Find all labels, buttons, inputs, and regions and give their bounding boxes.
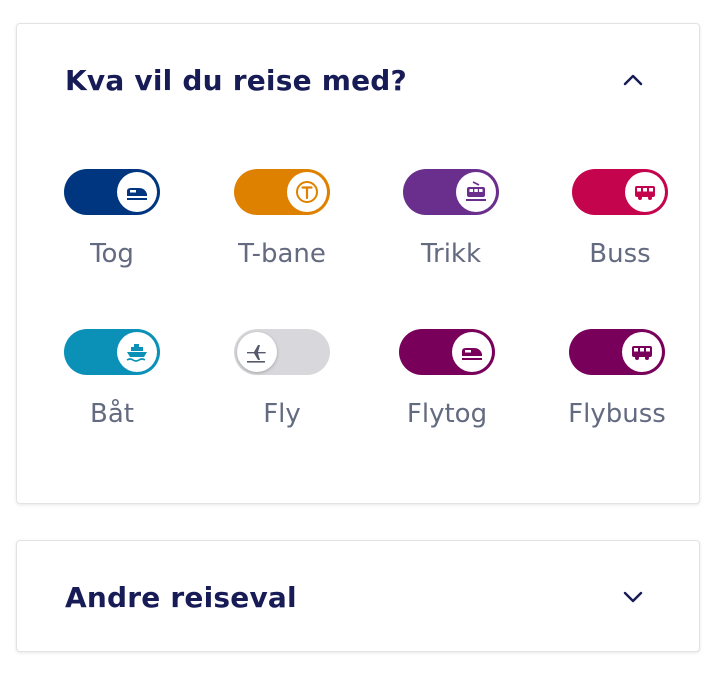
chevron-up-icon[interactable] [619, 66, 647, 94]
mode-label: Buss [589, 239, 651, 269]
mode-tbane: T-bane [202, 169, 362, 279]
mode-flytog: Flytog [367, 329, 527, 439]
trikk-toggle[interactable] [403, 169, 499, 215]
mode-trikk: Trikk [371, 169, 531, 279]
chevron-down-icon[interactable] [619, 583, 647, 611]
bat-toggle[interactable] [64, 329, 160, 375]
tbane-toggle[interactable] [234, 169, 330, 215]
travel-modes-panel: Kva vil du reise med? Tog T-bane Trikk B… [16, 23, 700, 504]
mode-fly: Fly [202, 329, 362, 439]
other-options-header[interactable]: Andre reiseval [65, 577, 647, 617]
mode-label: Fly [263, 399, 301, 429]
airport-train-icon [452, 332, 492, 372]
mode-buss: Buss [540, 169, 700, 279]
panel-title: Andre reiseval [65, 580, 297, 614]
mode-label: T-bane [238, 239, 326, 269]
plane-icon [237, 332, 277, 372]
mode-label: Tog [90, 239, 134, 269]
mode-bat: Båt [32, 329, 192, 439]
other-options-panel: Andre reiseval [16, 540, 700, 652]
mode-label: Trikk [420, 239, 482, 269]
mode-label: Flytog [406, 399, 488, 429]
flybuss-toggle[interactable] [569, 329, 665, 375]
mode-flybuss: Flybuss [537, 329, 697, 439]
airport-bus-icon [622, 332, 662, 372]
bus-icon [625, 172, 665, 212]
mode-label: Båt [90, 399, 134, 429]
fly-toggle[interactable] [234, 329, 330, 375]
tram-icon [456, 172, 496, 212]
flytog-toggle[interactable] [399, 329, 495, 375]
mode-label: Flybuss [568, 399, 666, 429]
buss-toggle[interactable] [572, 169, 668, 215]
mode-tog: Tog [32, 169, 192, 279]
metro-icon [287, 172, 327, 212]
ferry-icon [117, 332, 157, 372]
tog-toggle[interactable] [64, 169, 160, 215]
panel-title: Kva vil du reise med? [65, 63, 407, 97]
travel-modes-header[interactable]: Kva vil du reise med? [65, 60, 647, 100]
train-icon [117, 172, 157, 212]
